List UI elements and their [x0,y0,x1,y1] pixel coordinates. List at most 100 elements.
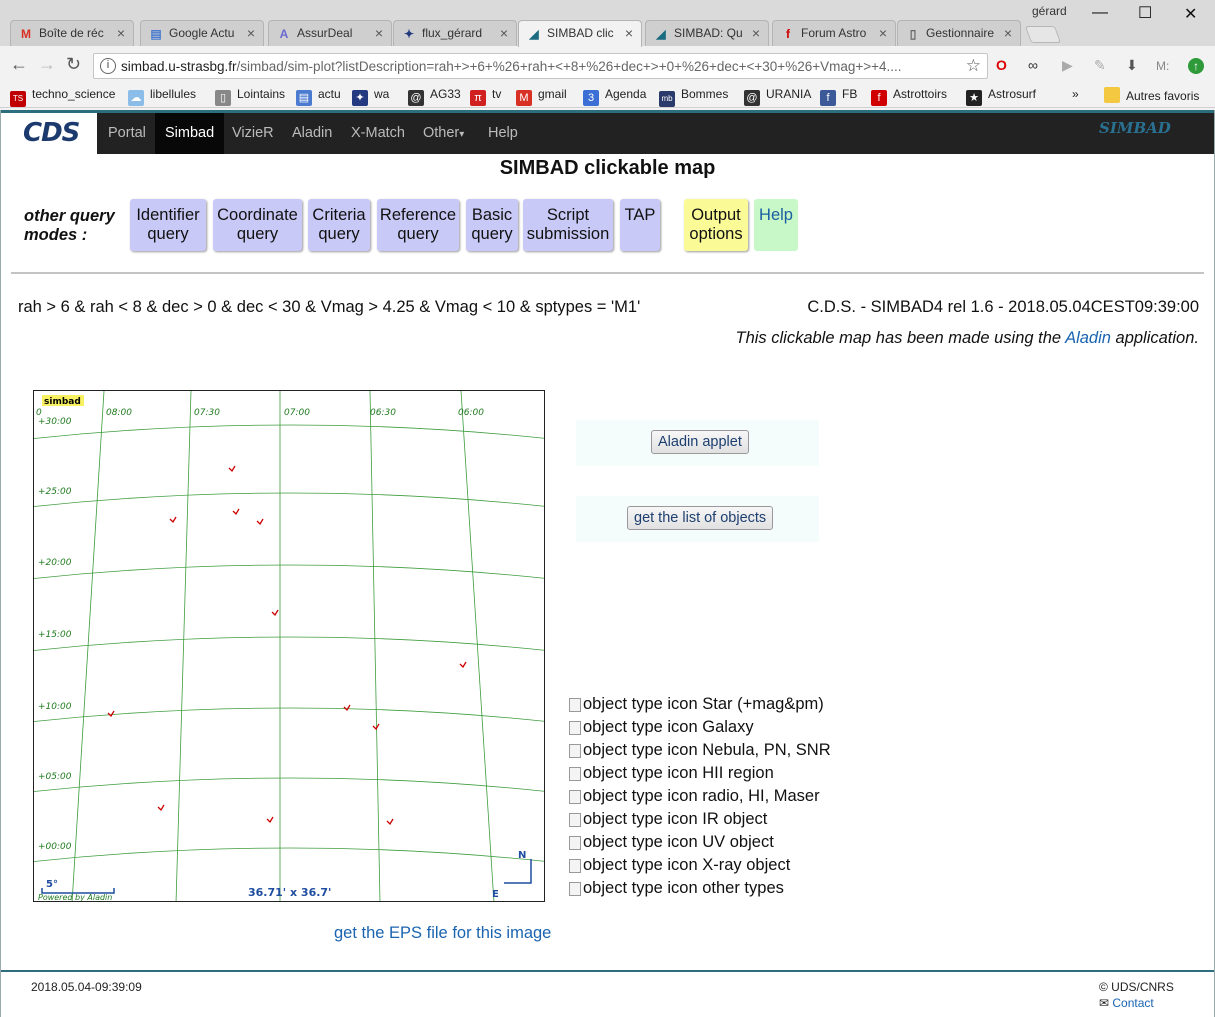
query-mode-button[interactable]: Basic query [466,199,518,251]
bookmark-item[interactable]: ☁ libellules [128,87,196,106]
close-tab-icon[interactable]: × [879,21,887,46]
close-window-icon[interactable]: ✕ [1184,4,1197,24]
browser-tab[interactable]: ◢ SIMBAD: Qu × [645,20,769,47]
object-marker[interactable] [169,516,177,524]
object-marker[interactable] [228,465,236,473]
bookmark-item[interactable]: @ AG33 [408,87,461,106]
link-icon[interactable]: ∞ [1028,57,1038,73]
nav-x-match[interactable]: X-Match [341,113,415,154]
sky-map[interactable]: 0 08:00 07:30 07:00 06:30 06:00 +30:00 +25:00 +2… [33,390,545,902]
ra-label: 06:00 [458,408,484,418]
download-icon[interactable]: ⬇ [1126,57,1138,74]
object-marker[interactable] [372,723,380,731]
google-news-icon: ▤ [150,27,162,41]
browser-tab[interactable]: ▤ Google Actu × [140,20,264,47]
bookmark-item[interactable]: mb Bommes [659,87,728,107]
browser-tab[interactable]: M Boîte de réc × [10,20,134,47]
object-marker[interactable] [157,804,165,812]
help-button[interactable]: Help [754,199,798,251]
cloud-icon: ☁ [128,90,144,106]
nav-help[interactable]: Help [478,113,528,154]
object-marker[interactable] [256,518,264,526]
query-mode-button[interactable]: Reference query [377,199,459,251]
nav-portal[interactable]: Portal [98,113,156,154]
close-tab-icon[interactable]: × [1004,21,1012,46]
footer-contact[interactable]: ✉ Contact [1099,996,1154,1010]
bookmark-item[interactable]: π tv [470,87,501,106]
tab-title: flux_gérard [422,26,483,40]
close-tab-icon[interactable]: × [247,21,255,46]
query-mode-button[interactable]: Coordinate query [213,199,302,251]
info-icon[interactable]: i [100,58,116,74]
opera-icon[interactable]: O [996,57,1007,73]
url-text[interactable]: simbad.u-strasbg.fr/simbad/sim-plot?list… [121,59,961,74]
legend-item: object type icon HII region [569,764,831,787]
update-icon[interactable]: ↑ [1188,58,1204,74]
bookmark-item[interactable]: Mgmail [516,87,567,106]
query-mode-button[interactable]: Identifier query [130,199,206,251]
bookmark-item[interactable]: ▤ actu [296,87,341,106]
bookmark-item[interactable]: 3 Agenda [583,87,646,106]
forward-arrow-icon[interactable]: → [38,54,56,75]
nav-other[interactable]: Other▾ [413,113,474,154]
bookmark-item[interactable]: f Astrottoirs [871,87,947,106]
bookmark-item[interactable]: @ URANIA [744,87,811,106]
aladin-applet-button[interactable]: Aladin applet [651,430,749,454]
nav-vizier[interactable]: VizieR [222,113,284,154]
bookmark-item[interactable]: ✦ wa [352,87,389,106]
bookmark-label: actu [318,87,341,101]
extension-icon[interactable]: ✎ [1094,57,1106,74]
close-tab-icon[interactable]: × [117,21,125,46]
extension-m-icon[interactable]: M: [1156,59,1169,73]
nav-aladin[interactable]: Aladin [282,113,342,154]
browser-tab[interactable]: ◢ SIMBAD clic × [518,20,642,47]
aladin-link[interactable]: Aladin [1065,329,1111,347]
query-mode-button[interactable]: TAP [620,199,660,251]
object-marker[interactable] [386,818,394,826]
object-marker[interactable] [343,704,351,712]
nav-simbad[interactable]: Simbad [155,113,225,154]
browser-tab[interactable]: A AssurDeal × [268,20,392,47]
bookmark-item[interactable]: ▯ Lointains [215,87,285,106]
object-marker[interactable] [459,661,467,669]
bookmark-item[interactable]: f FB [820,87,857,106]
object-marker[interactable] [266,816,274,824]
browser-tab[interactable]: f Forum Astro × [772,20,896,47]
profile-name[interactable]: gérard [1032,4,1067,18]
reload-icon[interactable]: ↻ [66,54,81,75]
get-object-list-button[interactable]: get the list of objects [627,506,774,530]
broken-image-icon [569,859,581,873]
browser-tab[interactable]: ✦ flux_gérard × [393,20,517,47]
close-tab-icon[interactable]: × [500,21,508,46]
output-options-button[interactable]: Output options [684,199,748,251]
caret-down-icon: ▾ [459,129,465,140]
back-arrow-icon[interactable]: ← [10,54,28,75]
other-bookmarks[interactable]: Autres favoris [1104,87,1199,103]
browser-tab[interactable]: ▯ Gestionnaire × [897,20,1021,47]
bookmark-star-icon[interactable]: ☆ [966,56,981,76]
maximize-icon[interactable]: ☐ [1138,3,1152,23]
bookmark-item[interactable]: ★ Astrosurf [966,87,1036,106]
more-bookmarks-icon[interactable]: » [1072,87,1079,101]
object-marker[interactable] [271,609,279,617]
cds-logo[interactable]: CDS [1,113,97,154]
simbad-logo[interactable]: SIMBAD [1099,119,1171,137]
query-mode-button[interactable]: Script submission [523,199,613,251]
bookmark-item[interactable]: TS techno_science [10,87,115,107]
object-marker[interactable] [107,710,115,718]
bookmark-label: Bommes [681,87,729,101]
address-bar[interactable]: i simbad.u-strasbg.fr/simbad/sim-plot?li… [93,53,988,79]
new-tab-button[interactable] [1024,26,1062,43]
document-icon: ▯ [909,27,917,41]
close-tab-icon[interactable]: × [625,21,633,46]
sky-map-image[interactable]: 0 08:00 07:30 07:00 06:30 06:00+30:00+25:00+2… [34,391,545,902]
query-mode-button[interactable]: Criteria query [308,199,370,251]
object-marker[interactable] [232,508,240,516]
eps-file-link[interactable]: get the EPS file for this image [334,924,551,943]
footer-divider [1,970,1214,972]
close-tab-icon[interactable]: × [752,21,760,46]
scale-label: 5° [46,879,58,890]
close-tab-icon[interactable]: × [375,21,383,46]
play-icon[interactable]: ▶ [1062,57,1073,74]
minimize-icon[interactable]: — [1092,4,1108,22]
